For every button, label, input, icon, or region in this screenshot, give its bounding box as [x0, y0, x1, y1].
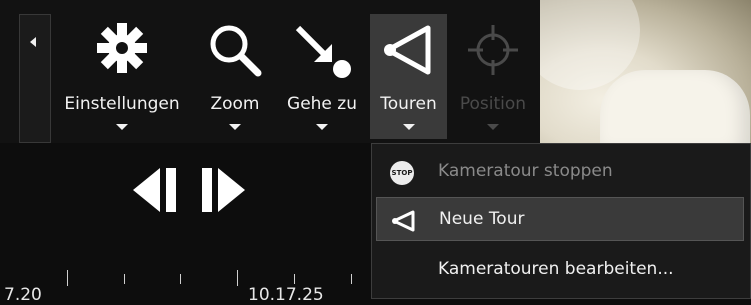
step-back-icon[interactable]: [130, 165, 178, 215]
position-button[interactable]: Position: [452, 14, 534, 139]
settings-label: Einstellungen: [64, 94, 180, 114]
tour-icon: [392, 210, 415, 232]
ptz-toolbar: Einstellungen Zoom Gehe zu Touren Positi…: [0, 0, 540, 143]
chevron-down-icon: [229, 124, 241, 130]
camera-preview: [540, 0, 751, 143]
tours-dropdown-menu: STOP Kameratour stoppen Neue Tour Kamera…: [371, 143, 751, 299]
collapse-toolbar-button[interactable]: [19, 14, 51, 143]
goto-button[interactable]: Gehe zu: [280, 14, 364, 139]
camera-preview-object: [600, 70, 750, 143]
timeline-tick: [351, 274, 352, 284]
timeline-label: 10.17.25: [248, 285, 324, 305]
zoom-button[interactable]: Zoom: [196, 14, 274, 139]
tours-button[interactable]: Touren: [370, 14, 447, 139]
edit-tours-label: Kameratouren bearbeiten...: [438, 259, 674, 279]
new-tour-menu-item[interactable]: Neue Tour: [376, 197, 744, 241]
timeline-tick: [67, 270, 68, 286]
stop-tour-label: Kameratour stoppen: [438, 161, 613, 181]
tour-icon: [383, 25, 430, 75]
position-label: Position: [459, 94, 527, 114]
chevron-down-icon: [402, 124, 415, 130]
timeline-tick: [294, 274, 295, 284]
chevron-down-icon: [316, 124, 328, 130]
magnifier-icon: [210, 25, 262, 77]
gear-icon: [97, 23, 147, 73]
settings-button[interactable]: Einstellungen: [54, 14, 190, 139]
step-forward-icon[interactable]: [200, 165, 248, 215]
timeline-tick: [180, 274, 181, 284]
goto-label: Gehe zu: [287, 94, 357, 114]
chevron-left-icon: [30, 37, 36, 47]
timeline[interactable]: 7.20 10.17.25: [0, 255, 375, 305]
goto-arrow-icon: [295, 25, 351, 78]
stop-icon: STOP: [390, 161, 414, 185]
timeline-tick: [237, 270, 238, 286]
chevron-down-icon: [487, 124, 499, 130]
tours-label: Touren: [380, 94, 437, 114]
stop-tour-menu-item[interactable]: STOP Kameratour stoppen: [376, 150, 744, 194]
timeline-tick: [124, 274, 125, 284]
edit-tours-menu-item[interactable]: Kameratouren bearbeiten...: [376, 248, 744, 292]
crosshair-icon: [468, 25, 518, 75]
new-tour-label: Neue Tour: [439, 209, 525, 229]
zoom-label: Zoom: [210, 94, 260, 114]
timeline-label: 7.20: [4, 285, 42, 305]
chevron-down-icon: [116, 124, 128, 130]
